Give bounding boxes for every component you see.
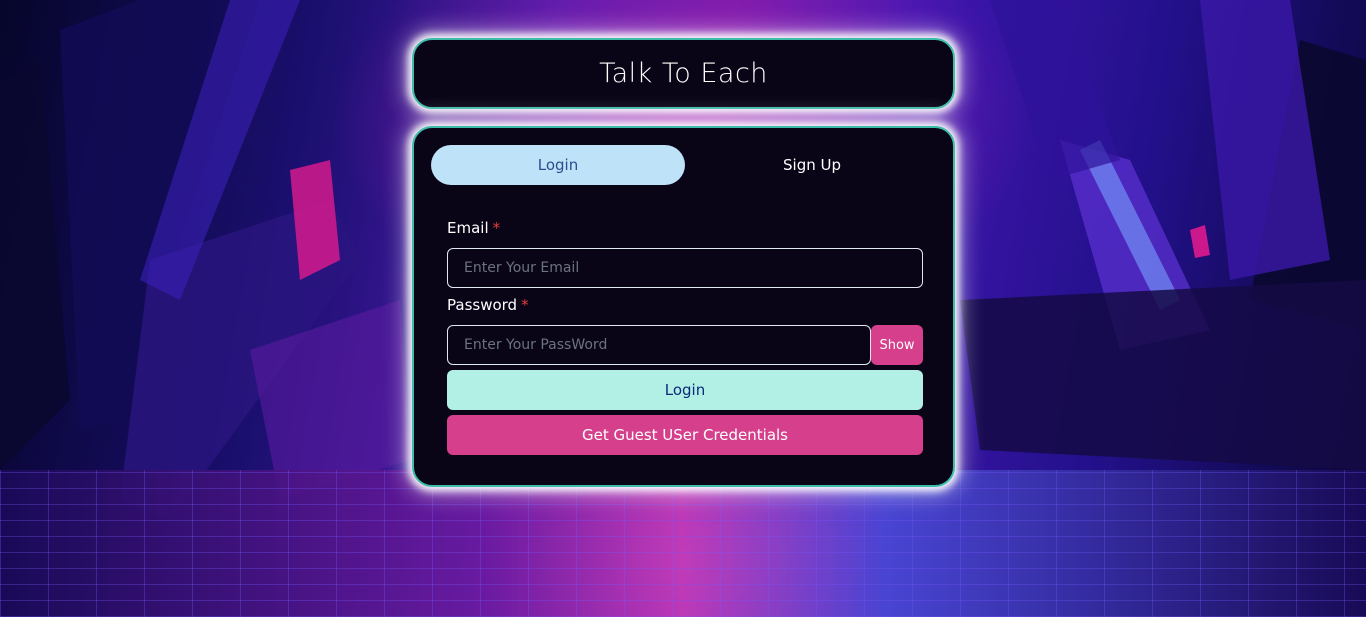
app-header-card: Talk To Each	[412, 38, 955, 109]
auth-card: Login Sign Up Email* Password* Show Logi…	[412, 126, 955, 487]
email-required-mark: *	[492, 219, 501, 237]
guest-credentials-button[interactable]: Get Guest USer Credentials	[447, 415, 923, 455]
email-label: Email *	[447, 219, 500, 237]
tab-login[interactable]: Login	[431, 145, 685, 185]
tab-sign-up[interactable]: Sign Up	[685, 145, 939, 185]
password-required-mark: *	[521, 296, 529, 314]
password-label: Password *	[447, 296, 529, 314]
email-label-text: Email	[447, 219, 489, 237]
app-title: Talk To Each	[599, 58, 768, 89]
login-button[interactable]: Login	[447, 370, 923, 410]
auth-tabs: Login Sign Up	[431, 145, 939, 185]
show-password-button[interactable]: Show	[871, 325, 923, 365]
email-input[interactable]	[447, 248, 923, 288]
password-input[interactable]	[447, 325, 871, 365]
grid-floor	[0, 470, 1366, 617]
password-label-text: Password	[447, 296, 518, 314]
